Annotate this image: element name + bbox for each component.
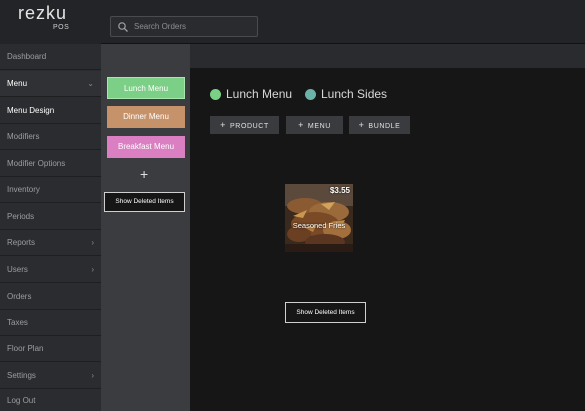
chevron-right-icon: ›: [91, 371, 94, 380]
sidebar-item-label: Orders: [7, 292, 32, 301]
sidebar-item-reports[interactable]: Reports ›: [0, 230, 101, 256]
sidebar-item-menu-design[interactable]: Menu Design: [0, 98, 101, 124]
sidebar-item-label: Menu Design: [7, 106, 55, 115]
sidebar-item-label: Menu: [7, 79, 28, 88]
logo-text: rezku: [18, 3, 68, 23]
sidebar: Dashboard Menu ⌄ Menu Design Modifiers M…: [0, 44, 101, 411]
show-deleted-products-button[interactable]: Show Deleted Items: [285, 302, 366, 323]
sidebar-item-orders[interactable]: Orders: [0, 284, 101, 310]
sidebar-item-users[interactable]: Users ›: [0, 257, 101, 283]
sidebar-item-floor-plan[interactable]: Floor Plan: [0, 336, 101, 362]
show-deleted-menus-button[interactable]: Show Deleted Items: [104, 192, 185, 212]
sidebar-item-dashboard[interactable]: Dashboard: [0, 44, 101, 70]
tab-label: Lunch Sides: [321, 87, 388, 101]
action-label: BUNDLE: [368, 123, 401, 130]
chevron-right-icon: ›: [91, 265, 94, 274]
action-label: MENU: [307, 123, 331, 130]
product-price: $3.55: [329, 186, 350, 195]
menu-button-breakfast[interactable]: Breakfast Menu: [107, 136, 185, 158]
add-menu-button[interactable]: +: [140, 166, 148, 182]
app: rezku POS Dashboard Menu ⌄ Menu Design M…: [0, 0, 585, 411]
sidebar-item-inventory[interactable]: Inventory: [0, 177, 101, 203]
menu-button-dinner[interactable]: Dinner Menu: [107, 106, 185, 128]
chevron-right-icon: ›: [91, 238, 94, 247]
sidebar-item-label: Taxes: [7, 318, 28, 327]
sidebar-item-settings[interactable]: Settings ›: [0, 363, 101, 389]
sidebar-item-menu[interactable]: Menu ⌄: [0, 71, 101, 97]
sidebar-item-label: Reports: [7, 238, 36, 247]
sidebar-item-periods[interactable]: Periods: [0, 204, 101, 230]
sidebar-item-label: Modifier Options: [7, 159, 66, 168]
action-label: PRODUCT: [230, 123, 269, 130]
sidebar-item-label: Floor Plan: [7, 344, 44, 353]
content-header: [190, 44, 585, 68]
menus-column: Lunch Menu Dinner Menu Breakfast Menu + …: [101, 44, 190, 411]
search-icon: [118, 22, 128, 32]
search-box[interactable]: [110, 16, 258, 37]
sidebar-item-label: Inventory: [7, 185, 40, 194]
sidebar-item-label: Periods: [7, 212, 35, 221]
top-bar: rezku POS: [0, 0, 585, 44]
sidebar-item-modifier-options[interactable]: Modifier Options: [0, 151, 101, 177]
menu-button-lunch[interactable]: Lunch Menu: [107, 77, 185, 99]
add-bundle-button[interactable]: + BUNDLE: [349, 116, 410, 134]
logo-subtext: POS: [53, 24, 70, 31]
sidebar-item-label: Dashboard: [7, 52, 47, 61]
logo[interactable]: rezku POS: [0, 0, 101, 44]
sidebar-item-label: Modifiers: [7, 132, 40, 141]
tab-label: Lunch Menu: [226, 87, 293, 101]
product-card[interactable]: $3.55 Seasoned Fries: [285, 184, 353, 252]
add-product-button[interactable]: + PRODUCT: [210, 116, 279, 134]
add-menu-action-button[interactable]: + MENU: [286, 116, 343, 134]
menu-design-canvas: Lunch Menu Lunch Sides + PRODUCT + MENU + B…: [190, 68, 585, 411]
sidebar-item-taxes[interactable]: Taxes: [0, 310, 101, 336]
sidebar-item-log-out[interactable]: Log Out: [0, 390, 101, 411]
sidebar-item-label: Users: [7, 265, 28, 274]
search-input[interactable]: [134, 19, 254, 34]
chevron-down-icon: ⌄: [87, 79, 94, 88]
plus-icon: +: [358, 120, 365, 130]
plus-icon: +: [220, 120, 227, 130]
menu-color-dot: [305, 89, 316, 100]
sidebar-item-modifiers[interactable]: Modifiers: [0, 124, 101, 150]
menu-color-dot: [210, 89, 221, 100]
product-name: Seasoned Fries: [292, 221, 346, 230]
sidebar-item-label: Log Out: [7, 396, 36, 405]
sidebar-item-label: Settings: [7, 371, 36, 380]
plus-icon: +: [298, 120, 304, 130]
